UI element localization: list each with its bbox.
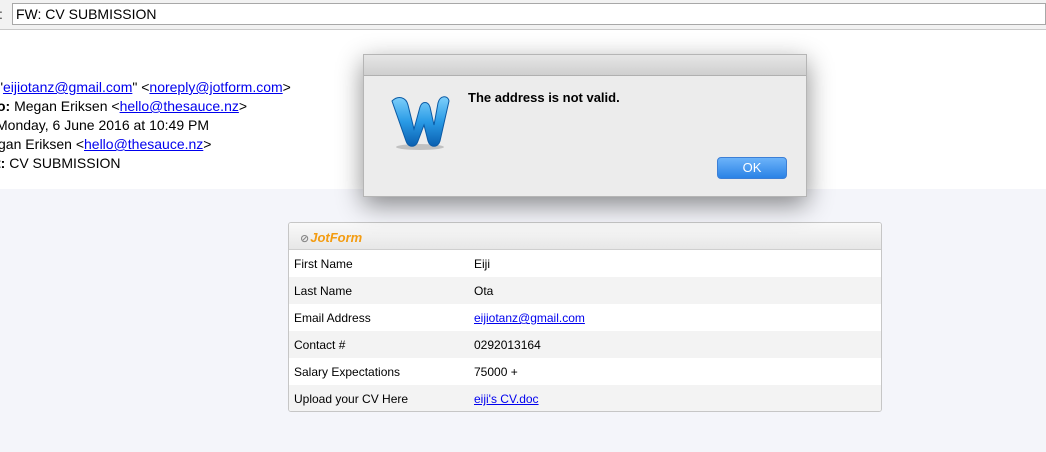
- subject-field[interactable]: FW: CV SUBMISSION: [12, 3, 1046, 25]
- row-value: 75000 +: [474, 365, 518, 379]
- dialog-message: The address is not valid.: [468, 90, 620, 105]
- row-email-link[interactable]: eijiotanz@gmail.com: [474, 311, 585, 325]
- row-label: Email Address: [294, 311, 371, 325]
- row-file-link[interactable]: eiji's CV.doc: [474, 392, 539, 406]
- row-value: 0292013164: [474, 338, 541, 352]
- jotform-header: ⊘JotForm: [289, 223, 881, 250]
- table-row: Email Address eijiotanz@gmail.com: [289, 304, 881, 331]
- row-value: Eiji: [474, 257, 491, 271]
- row-value: Ota: [474, 284, 494, 298]
- row-label: Salary Expectations: [294, 365, 401, 379]
- table-row: Last Name Ota: [289, 277, 881, 304]
- jotform-logo: ⊘JotForm: [300, 230, 363, 245]
- table-row: Contact # 0292013164: [289, 331, 881, 358]
- to-email-link[interactable]: hello@thesauce.nz: [84, 136, 203, 152]
- alert-dialog: The address is not valid. OK: [363, 54, 807, 197]
- row-label: Upload your CV Here: [294, 392, 409, 406]
- jotform-table: ⊘JotForm First Name Eiji Last Name Ota E…: [288, 222, 882, 412]
- reply-label: o:: [0, 98, 11, 114]
- table-row: First Name Eiji: [289, 250, 881, 277]
- subject-prefix: :: [0, 6, 3, 22]
- row-label: First Name: [294, 257, 353, 271]
- from-reply-link[interactable]: noreply@jotform.com: [149, 79, 282, 95]
- dialog-titlebar[interactable]: [364, 55, 806, 76]
- table-row: Salary Expectations 75000 +: [289, 358, 881, 385]
- from-email-link[interactable]: eijiotanz@gmail.com: [3, 79, 132, 95]
- reply-email-link[interactable]: hello@thesauce.nz: [120, 98, 239, 114]
- ok-button[interactable]: OK: [717, 157, 787, 179]
- subject-bar: : FW: CV SUBMISSION: [0, 0, 1046, 30]
- row-label: Contact #: [294, 338, 346, 352]
- table-row: Upload your CV Here eiji's CV.doc: [289, 385, 881, 411]
- jotform-logo-icon: ⊘: [300, 233, 310, 245]
- word-icon: [391, 96, 450, 150]
- row-label: Last Name: [294, 284, 353, 298]
